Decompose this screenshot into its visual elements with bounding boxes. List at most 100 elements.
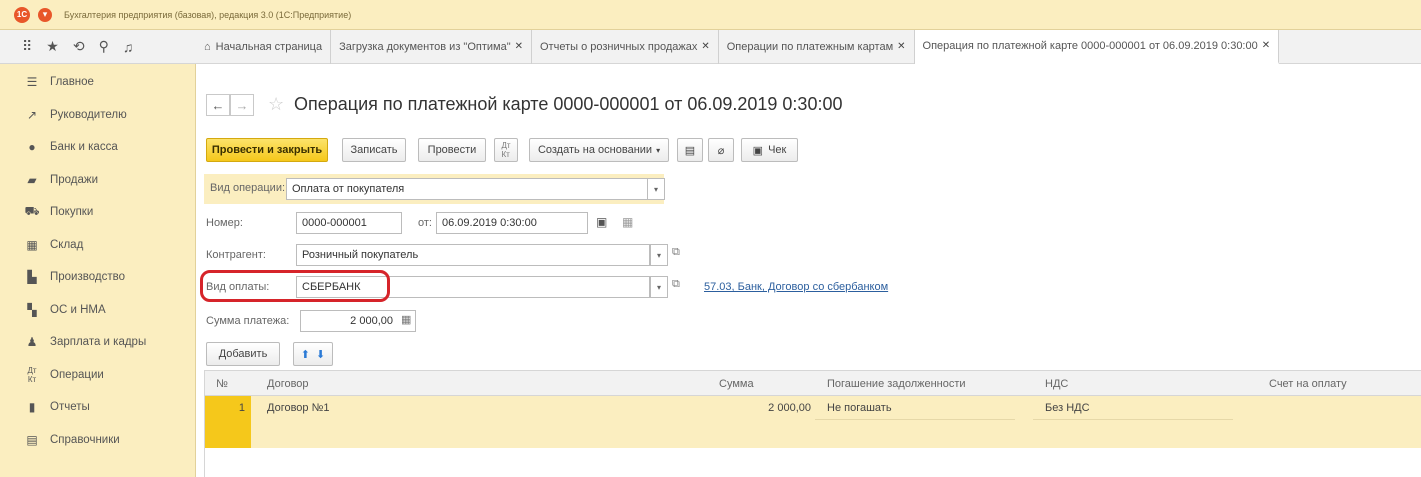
payments-table: № Договор Сумма Погашение задолженности … bbox=[204, 370, 1421, 477]
chevron-down-icon: ▾ bbox=[656, 145, 661, 155]
amount-label: Сумма платежа: bbox=[206, 315, 290, 327]
favorite-star-icon[interactable]: ☆ bbox=[268, 94, 284, 115]
chevron-down-icon[interactable]: ▾ bbox=[650, 244, 668, 266]
title-bar: 1С ▾ Бухгалтерия предприятия (базовая), … bbox=[0, 0, 1421, 30]
search-icon[interactable]: ⚲ bbox=[99, 38, 109, 55]
notifications-bell-icon[interactable]: ♫ bbox=[123, 39, 134, 55]
receipt-button[interactable]: ▣ Чек bbox=[741, 138, 798, 162]
move-down-icon[interactable]: ⬇ bbox=[316, 348, 325, 361]
col-header-contract: Договор bbox=[267, 378, 309, 390]
table-row[interactable]: 1 Договор №1 2 000,00 Не погашать Без НД… bbox=[205, 396, 1421, 448]
calculator-icon[interactable]: ▦ bbox=[622, 215, 633, 229]
post-button[interactable]: Провести bbox=[418, 138, 486, 162]
chevron-down-icon[interactable]: ▾ bbox=[647, 178, 665, 200]
move-buttons: ⬆ ⬇ bbox=[293, 342, 333, 366]
quick-toolbar: ⠿ ★ ⟲ ⚲ ♫ bbox=[0, 38, 196, 55]
favorites-star-icon[interactable]: ★ bbox=[46, 38, 59, 55]
sidebar-item-manager[interactable]: ↗ Руководителю bbox=[0, 99, 195, 132]
debit-credit-icon: Дт Кт bbox=[27, 365, 37, 384]
trend-icon: ↗ bbox=[26, 107, 38, 122]
cell-vat[interactable]: Без НДС bbox=[1045, 402, 1090, 414]
cell-amount[interactable]: 2 000,00 bbox=[705, 402, 811, 414]
contractor-label: Контрагент: bbox=[206, 249, 266, 261]
move-up-icon[interactable]: ⬆ bbox=[301, 348, 310, 361]
app-logo-icon: 1С bbox=[14, 6, 30, 23]
print-button[interactable]: ▤ bbox=[677, 138, 703, 162]
tab-bar: ⠿ ★ ⟲ ⚲ ♫ ⌂ Начальная страница Загрузка … bbox=[0, 29, 1421, 64]
sidebar-item-catalogs[interactable]: ▤ Справочники bbox=[0, 424, 195, 457]
sidebar: ☰ Главное ↗ Руководителю ● Банк и касса ▰ Пр… bbox=[0, 64, 196, 477]
assets-icon: ▚ bbox=[27, 302, 37, 317]
tab-label: Операции по платежным картам bbox=[726, 40, 894, 53]
history-icon[interactable]: ⟲ bbox=[73, 38, 85, 55]
sidebar-item-payroll[interactable]: ♟ Зарплата и кадры bbox=[0, 326, 195, 359]
arrow-right-icon: → bbox=[235, 97, 249, 113]
main-menu-button[interactable]: ▾ bbox=[38, 7, 52, 22]
debit-credit-report-button[interactable]: Дт Кт bbox=[494, 138, 518, 162]
open-link-icon[interactable]: ⧉ bbox=[672, 278, 680, 291]
home-icon: ⌂ bbox=[204, 40, 211, 53]
window-title: Бухгалтерия предприятия (базовая), редак… bbox=[64, 9, 352, 20]
number-field[interactable]: 0000-000001 bbox=[296, 212, 402, 234]
account-link[interactable]: 57.03, Банк, Договор со сбербанком bbox=[704, 281, 888, 293]
tab-card-operations[interactable]: Операции по платежным картам ✕ bbox=[719, 29, 915, 64]
back-button[interactable]: ← bbox=[206, 94, 230, 116]
add-row-button[interactable]: Добавить bbox=[206, 342, 280, 366]
menu-lines-icon: ☰ bbox=[26, 75, 38, 90]
sidebar-item-main[interactable]: ☰ Главное bbox=[0, 66, 195, 99]
close-icon[interactable]: ✕ bbox=[701, 41, 709, 52]
apps-grid-icon[interactable]: ⠿ bbox=[22, 38, 32, 55]
tab-card-operation-document[interactable]: Операция по платежной карте 0000-000001 … bbox=[914, 29, 1280, 64]
chevron-down-icon[interactable]: ▾ bbox=[650, 276, 668, 298]
contractor-field[interactable]: Розничный покупатель bbox=[296, 244, 650, 266]
col-header-invoice: Счет на оплату bbox=[1269, 378, 1347, 390]
tab-label: Начальная страница bbox=[215, 40, 323, 53]
cart-icon: ⛟ bbox=[24, 204, 40, 219]
warehouse-icon: ▦ bbox=[26, 237, 38, 252]
table-header: № Договор Сумма Погашение задолженности … bbox=[205, 370, 1421, 396]
col-header-number: № bbox=[216, 378, 228, 390]
document-form: ← → ☆ Операция по платежной карте 0000-0… bbox=[196, 64, 1421, 477]
number-label: Номер: bbox=[206, 217, 243, 229]
operation-type-field[interactable]: Оплата от покупателя bbox=[286, 178, 648, 200]
post-and-close-button[interactable]: Провести и закрыть bbox=[206, 138, 328, 162]
highlight-frame bbox=[200, 270, 390, 302]
close-icon[interactable]: ✕ bbox=[515, 41, 523, 52]
date-label: от: bbox=[418, 217, 432, 229]
save-button[interactable]: Записать bbox=[342, 138, 406, 162]
debit-credit-icon: Дт Кт bbox=[501, 141, 511, 159]
tab-import-optima[interactable]: Загрузка документов из "Оптима" ✕ bbox=[331, 29, 532, 64]
paperclip-icon: ⌀ bbox=[717, 144, 725, 157]
forward-button[interactable]: → bbox=[230, 94, 254, 116]
sidebar-item-reports[interactable]: ▮ Отчеты bbox=[0, 391, 195, 424]
sidebar-item-warehouse[interactable]: ▦ Склад bbox=[0, 229, 195, 262]
col-header-vat: НДС bbox=[1045, 378, 1069, 390]
page-title: Операция по платежной карте 0000-000001 … bbox=[294, 94, 843, 114]
factory-icon: ▙ bbox=[27, 270, 37, 285]
sidebar-item-bank[interactable]: ● Банк и касса bbox=[0, 131, 195, 164]
cell-number: 1 bbox=[238, 402, 245, 414]
printer-icon: ▤ bbox=[684, 144, 696, 157]
calendar-icon[interactable]: ▣ bbox=[596, 215, 607, 229]
book-icon: ▤ bbox=[26, 432, 38, 447]
tab-label: Отчеты о розничных продажах bbox=[540, 40, 698, 53]
calculator-icon[interactable]: ▦ bbox=[401, 313, 411, 326]
sidebar-item-assets[interactable]: ▚ ОС и НМА bbox=[0, 294, 195, 327]
tab-label: Операция по платежной карте 0000-000001 … bbox=[922, 39, 1258, 52]
open-link-icon[interactable]: ⧉ bbox=[672, 246, 680, 259]
cell-contract[interactable]: Договор №1 bbox=[267, 402, 330, 414]
tab-retail-reports[interactable]: Отчеты о розничных продажах ✕ bbox=[532, 29, 719, 64]
close-icon[interactable]: ✕ bbox=[897, 41, 905, 52]
sidebar-item-operations[interactable]: Дт Кт Операции bbox=[0, 359, 195, 392]
sidebar-item-sales[interactable]: ▰ Продажи bbox=[0, 164, 195, 197]
create-based-on-button[interactable]: Создать на основании ▾ bbox=[529, 138, 669, 162]
date-field[interactable]: 06.09.2019 0:30:00 bbox=[436, 212, 588, 234]
close-icon[interactable]: ✕ bbox=[1262, 40, 1270, 51]
tab-home[interactable]: ⌂ Начальная страница bbox=[196, 29, 332, 64]
sidebar-item-purchases[interactable]: ⛟ Покупки bbox=[0, 196, 195, 229]
cell-repayment[interactable]: Не погашать bbox=[827, 402, 892, 414]
bag-icon: ▰ bbox=[27, 172, 37, 187]
amount-field[interactable]: 2 000,00 bbox=[300, 310, 416, 332]
sidebar-item-production[interactable]: ▙ Производство bbox=[0, 261, 195, 294]
attachments-button[interactable]: ⌀ bbox=[708, 138, 734, 162]
